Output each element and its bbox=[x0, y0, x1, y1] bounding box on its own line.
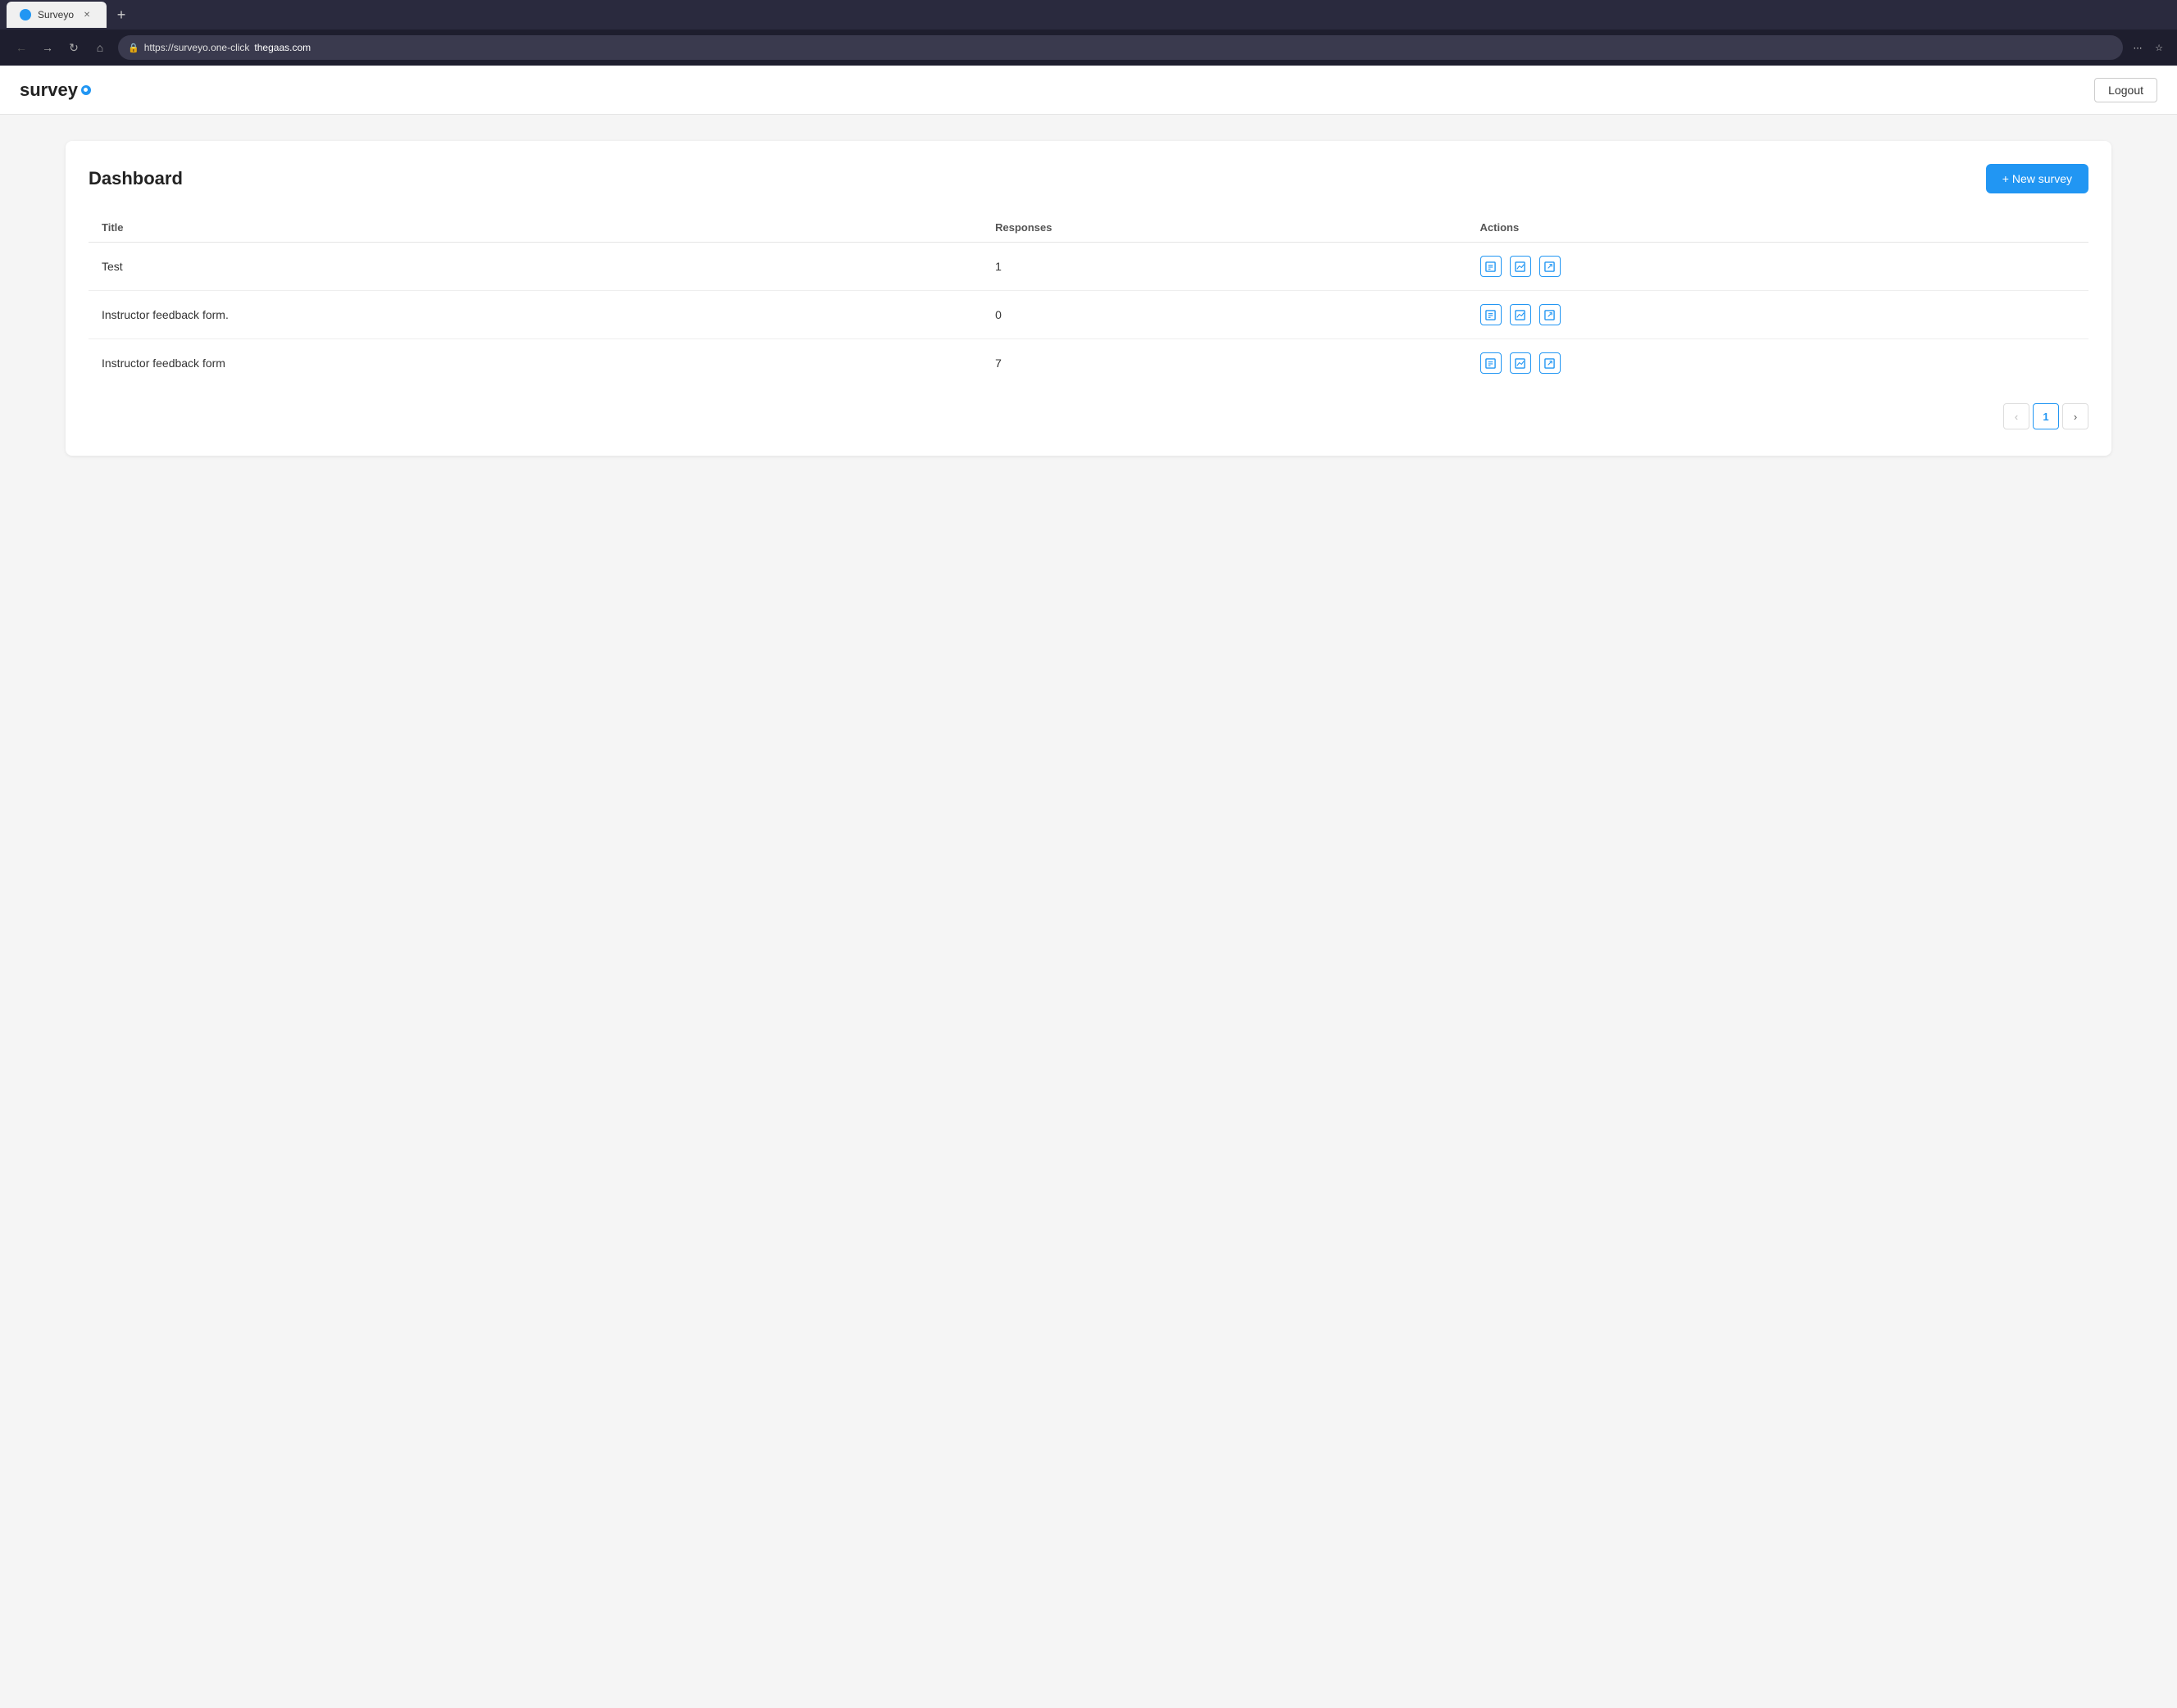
browser-navigation-bar: ← → ↻ ⌂ 🔒 https://surveyo.one-click theg… bbox=[0, 30, 2177, 66]
panel-header: Dashboard + New survey bbox=[89, 164, 2088, 193]
prev-page-button[interactable]: ‹ bbox=[2003, 403, 2029, 429]
new-tab-button[interactable]: + bbox=[110, 3, 133, 26]
survey-responses-cell: 0 bbox=[982, 291, 1466, 339]
bookmark-icon[interactable]: ☆ bbox=[2151, 39, 2167, 56]
tab-favicon bbox=[20, 9, 31, 20]
survey-responses-cell: 1 bbox=[982, 243, 1466, 291]
next-page-button[interactable]: › bbox=[2062, 403, 2088, 429]
app-header: survey Logout bbox=[0, 66, 2177, 115]
chart-survey-icon[interactable] bbox=[1510, 256, 1531, 277]
edit-survey-icon[interactable] bbox=[1480, 304, 1502, 325]
address-bar[interactable]: 🔒 https://surveyo.one-click thegaas.com bbox=[118, 35, 2123, 60]
survey-title-cell: Test bbox=[89, 243, 982, 291]
home-button[interactable]: ⌂ bbox=[89, 36, 111, 59]
url-domain: thegaas.com bbox=[254, 42, 311, 53]
share-survey-icon[interactable] bbox=[1539, 304, 1561, 325]
survey-responses-cell: 7 bbox=[982, 339, 1466, 388]
table-row: Instructor feedback form.0 bbox=[89, 291, 2088, 339]
survey-title-cell: Instructor feedback form. bbox=[89, 291, 982, 339]
tab-close-button[interactable]: ✕ bbox=[80, 8, 93, 21]
logout-button[interactable]: Logout bbox=[2094, 78, 2157, 102]
table-row: Instructor feedback form7 bbox=[89, 339, 2088, 388]
col-actions: Actions bbox=[1467, 213, 2088, 243]
back-button[interactable]: ← bbox=[10, 36, 33, 59]
share-survey-icon[interactable] bbox=[1539, 256, 1561, 277]
page-1-button[interactable]: 1 bbox=[2033, 403, 2059, 429]
lock-icon: 🔒 bbox=[128, 43, 139, 53]
reload-button[interactable]: ↻ bbox=[62, 36, 85, 59]
tab-title: Surveyo bbox=[38, 9, 74, 20]
browser-toolbar-icons: ⋯ ☆ bbox=[2129, 39, 2167, 56]
pagination: ‹ 1 › bbox=[89, 403, 2088, 429]
share-survey-icon[interactable] bbox=[1539, 352, 1561, 374]
dashboard-title: Dashboard bbox=[89, 168, 183, 189]
chart-survey-icon[interactable] bbox=[1510, 352, 1531, 374]
dashboard-panel: Dashboard + New survey Title Responses A… bbox=[66, 141, 2111, 456]
app-container: survey Logout Dashboard + New survey Tit… bbox=[0, 66, 2177, 1708]
col-title: Title bbox=[89, 213, 982, 243]
extensions-icon[interactable]: ⋯ bbox=[2129, 39, 2146, 56]
browser-tab-bar: Surveyo ✕ + bbox=[0, 0, 2177, 30]
edit-survey-icon[interactable] bbox=[1480, 352, 1502, 374]
logo: survey bbox=[20, 79, 91, 101]
survey-actions-cell bbox=[1467, 291, 2088, 339]
new-survey-button[interactable]: + New survey bbox=[1986, 164, 2088, 193]
main-content: Dashboard + New survey Title Responses A… bbox=[0, 115, 2177, 482]
chart-survey-icon[interactable] bbox=[1510, 304, 1531, 325]
logo-text: survey bbox=[20, 79, 78, 101]
survey-title-cell: Instructor feedback form bbox=[89, 339, 982, 388]
action-icons-group bbox=[1480, 304, 2075, 325]
logo-dot bbox=[81, 85, 91, 95]
survey-table: Title Responses Actions Test1Instructor … bbox=[89, 213, 2088, 387]
active-tab[interactable]: Surveyo ✕ bbox=[7, 2, 107, 28]
url-prefix: https://surveyo.one-click bbox=[144, 42, 250, 53]
action-icons-group bbox=[1480, 352, 2075, 374]
table-header: Title Responses Actions bbox=[89, 213, 2088, 243]
col-responses: Responses bbox=[982, 213, 1466, 243]
nav-controls: ← → ↻ ⌂ bbox=[10, 36, 111, 59]
table-row: Test1 bbox=[89, 243, 2088, 291]
survey-actions-cell bbox=[1467, 339, 2088, 388]
survey-actions-cell bbox=[1467, 243, 2088, 291]
forward-button[interactable]: → bbox=[36, 36, 59, 59]
edit-survey-icon[interactable] bbox=[1480, 256, 1502, 277]
table-body: Test1Instructor feedback form.0Instructo… bbox=[89, 243, 2088, 388]
action-icons-group bbox=[1480, 256, 2075, 277]
